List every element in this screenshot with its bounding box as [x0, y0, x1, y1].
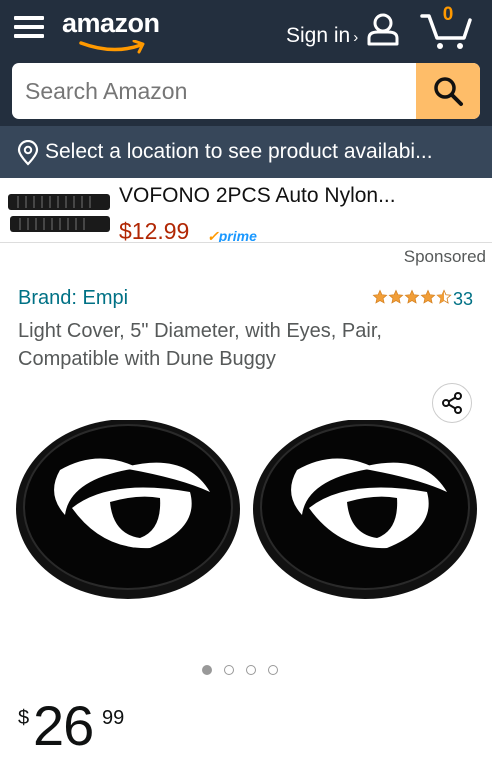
product-image[interactable] — [10, 420, 480, 600]
hamburger-menu-icon[interactable] — [14, 12, 48, 42]
share-icon — [442, 392, 462, 414]
light-cover-left — [16, 420, 240, 599]
search-input[interactable] — [12, 63, 412, 119]
carousel-dot[interactable] — [246, 665, 256, 675]
star-rating[interactable] — [372, 289, 452, 307]
search-bar — [12, 63, 480, 119]
price-whole: 26 — [33, 694, 94, 757]
star-icon — [388, 289, 404, 304]
star-icon — [420, 289, 436, 304]
location-bar[interactable]: Select a location to see product availab… — [0, 126, 492, 178]
price-fraction: 99 — [102, 707, 125, 729]
sign-in-label: Sign in — [286, 24, 351, 47]
amazon-logo[interactable]: amazon — [62, 8, 172, 54]
cart-count: 0 — [442, 4, 454, 25]
logo-smile-icon — [79, 40, 145, 54]
brand-link[interactable]: Brand: Empi — [18, 287, 128, 310]
prime-check-icon: ✓ — [207, 228, 219, 243]
user-icon[interactable] — [366, 12, 400, 46]
sponsored-label: Sponsored — [403, 247, 486, 266]
sponsored-ad-banner[interactable]: VOFONO 2PCS Auto Nylon... $12.99 ✓prime — [0, 178, 492, 243]
ad-title: VOFONO 2PCS Auto Nylon... — [119, 184, 396, 207]
top-navigation-bar: amazon Sign in › 0 — [0, 0, 492, 126]
star-half-icon — [436, 289, 452, 304]
search-button[interactable] — [416, 63, 480, 119]
carousel-dot[interactable] — [202, 665, 212, 675]
location-pin-icon — [17, 140, 39, 166]
ad-price: $12.99 — [119, 218, 190, 243]
carousel-dot[interactable] — [224, 665, 234, 675]
share-button[interactable] — [432, 383, 472, 423]
product-title: Light Cover, 5" Diameter, with Eyes, Pai… — [18, 320, 382, 370]
carousel-dot[interactable] — [268, 665, 278, 675]
chevron-right-icon: › — [353, 29, 359, 46]
ad-product-image — [8, 194, 110, 232]
star-icon — [404, 289, 420, 304]
price-symbol: $ — [18, 707, 30, 729]
star-icon — [372, 289, 388, 304]
prime-label: prime — [218, 228, 257, 243]
rating-count-link[interactable]: 33 — [453, 289, 473, 310]
location-text: Select a location to see product availab… — [45, 140, 433, 163]
image-carousel-dots — [202, 665, 290, 679]
light-cover-right — [253, 420, 477, 599]
logo-text: amazon — [62, 8, 160, 38]
sign-in-link[interactable]: Sign in › — [286, 24, 358, 48]
search-icon — [434, 77, 463, 106]
prime-badge: ✓prime — [207, 228, 257, 243]
